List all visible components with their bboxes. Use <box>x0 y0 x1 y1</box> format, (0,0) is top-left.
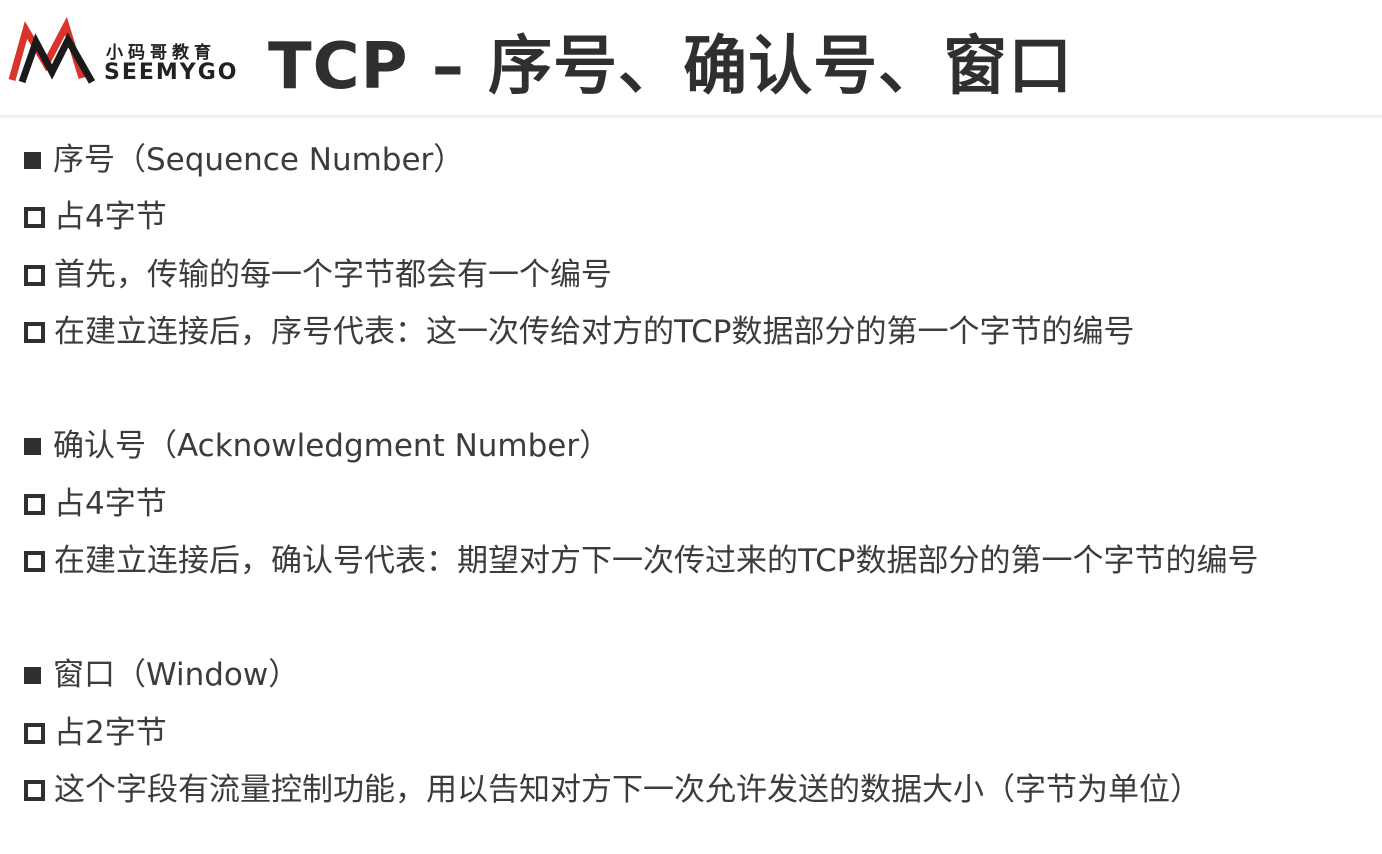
section-heading-sequence-number: 序号（Sequence Number） <box>24 140 464 180</box>
list-item: 在建立连接后，确认号代表：期望对方下一次传过来的TCP数据部分的第一个字节的编号 <box>24 541 1258 581</box>
logo-english-text: SEEMYGO <box>104 60 239 85</box>
list-item: 这个字段有流量控制功能，用以告知对方下一次允许发送的数据大小（字节为单位） <box>24 770 1201 810</box>
slide-title: TCP – 序号、确认号、窗口 <box>268 30 1074 104</box>
seemygo-logo: 小码哥教育 SEEMYGO <box>8 16 236 88</box>
filled-square-bullet-icon <box>24 152 41 169</box>
list-item: 首先，传输的每一个字节都会有一个编号 <box>24 255 612 295</box>
filled-square-bullet-icon <box>24 438 41 455</box>
hollow-square-bullet-icon <box>24 551 45 572</box>
hollow-square-bullet-icon <box>24 780 45 801</box>
list-item: 占4字节 <box>24 484 167 524</box>
list-item: 占4字节 <box>24 197 167 237</box>
slide-header: 小码哥教育 SEEMYGO TCP – 序号、确认号、窗口 <box>0 0 1382 118</box>
list-item: 占2字节 <box>24 713 167 753</box>
section-heading-acknowledgment-number: 确认号（Acknowledgment Number） <box>24 426 610 466</box>
list-item: 在建立连接后，序号代表：这一次传给对方的TCP数据部分的第一个字节的编号 <box>24 312 1134 352</box>
hollow-square-bullet-icon <box>24 723 45 744</box>
hollow-square-bullet-icon <box>24 322 45 343</box>
section-heading-window: 窗口（Window） <box>24 655 299 695</box>
filled-square-bullet-icon <box>24 667 41 684</box>
hollow-square-bullet-icon <box>24 207 45 228</box>
hollow-square-bullet-icon <box>24 265 45 286</box>
logo-m-mark-icon <box>8 16 96 84</box>
hollow-square-bullet-icon <box>24 494 45 515</box>
